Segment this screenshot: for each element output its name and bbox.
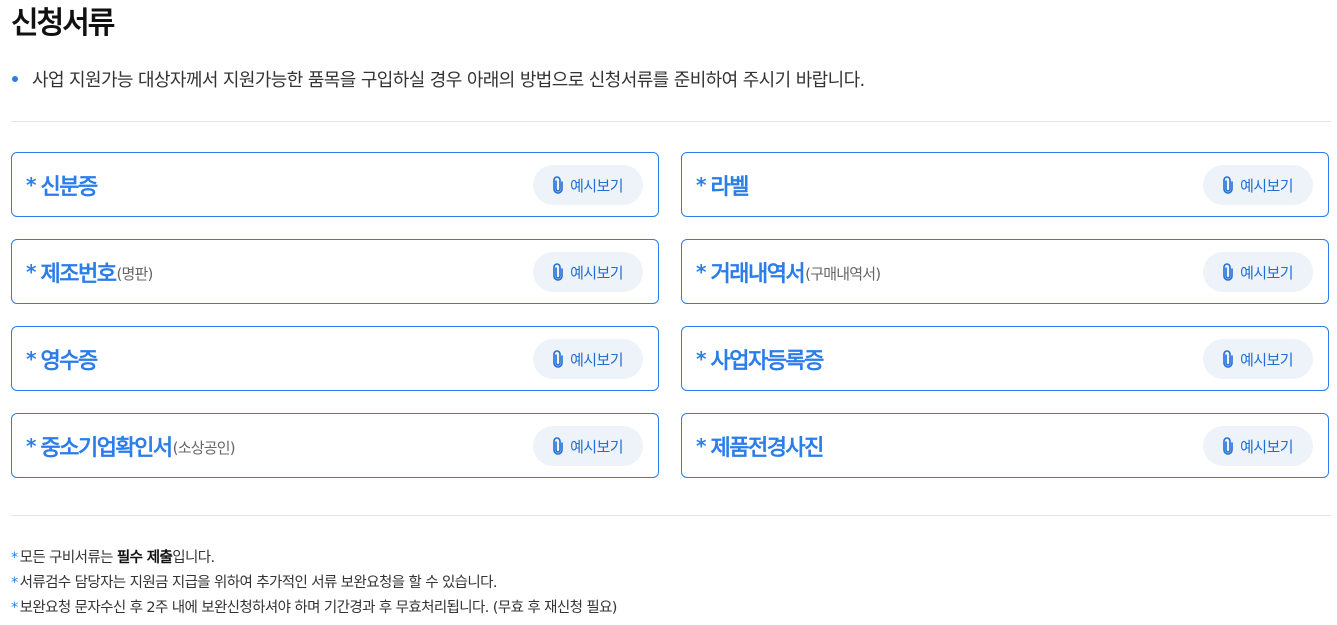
doc-label: * 제조번호 (명판) <box>26 240 153 303</box>
doc-card-id-card: * 신분증 예시보기 <box>11 152 659 217</box>
view-sample-label: 예시보기 <box>1240 263 1293 282</box>
view-sample-label: 예시보기 <box>570 176 623 195</box>
note-text: 모든 구비서류는 <box>19 550 117 566</box>
required-marker: * <box>26 346 37 371</box>
doc-label: * 중소기업확인서 (소상공인) <box>26 414 236 477</box>
note-text: 서류검수 담당자는 지원금 지급을 위하여 추가적인 서류 보완요청을 할 수 … <box>19 575 498 591</box>
bottom-divider <box>11 515 1331 516</box>
doc-name: 중소기업확인서 <box>40 435 173 461</box>
required-marker: * <box>696 259 707 284</box>
doc-card-transaction-statement: * 거래내역서 (구매내역서) 예시보기 <box>681 239 1329 304</box>
paperclip-icon <box>1223 437 1233 455</box>
page-title: 신청서류 <box>11 6 115 41</box>
doc-note: (소상공인) <box>172 438 236 457</box>
view-sample-button[interactable]: 예시보기 <box>1203 339 1313 379</box>
doc-label: * 사업자등록증 <box>696 327 824 390</box>
view-sample-button[interactable]: 예시보기 <box>1203 252 1313 292</box>
paperclip-icon <box>1223 176 1233 194</box>
required-marker: * <box>11 575 18 591</box>
doc-note: (명판) <box>116 264 153 283</box>
paperclip-icon <box>553 350 563 368</box>
doc-label: * 신분증 <box>26 153 98 216</box>
paperclip-icon <box>553 437 563 455</box>
view-sample-label: 예시보기 <box>1240 437 1293 456</box>
top-divider <box>11 121 1331 122</box>
note-emphasis: 필수 제출 <box>116 550 173 566</box>
paperclip-icon <box>553 176 563 194</box>
doc-name: 제조번호 <box>40 261 116 287</box>
view-sample-label: 예시보기 <box>570 350 623 369</box>
intro-text: 사업 지원가능 대상자께서 지원가능한 품목을 구입하실 경우 아래의 방법으로… <box>11 66 865 92</box>
required-marker: * <box>11 600 18 616</box>
doc-name: 영수증 <box>40 348 98 374</box>
doc-name: 거래내역서 <box>710 261 805 287</box>
paperclip-icon <box>553 263 563 281</box>
doc-card-receipt: * 영수증 예시보기 <box>11 326 659 391</box>
doc-name: 사업자등록증 <box>710 348 824 374</box>
view-sample-label: 예시보기 <box>1240 176 1293 195</box>
view-sample-button[interactable]: 예시보기 <box>533 252 643 292</box>
paperclip-icon <box>1223 350 1233 368</box>
doc-name: 신분증 <box>40 174 98 200</box>
intro-label: 사업 지원가능 대상자께서 지원가능한 품목을 구입하실 경우 아래의 방법으로… <box>32 70 865 91</box>
note-item: * 보완요청 문자수신 후 2주 내에 보완신청하셔야 하며 기간경과 후 무효처… <box>11 596 617 621</box>
doc-card-product-photo: * 제품전경사진 예시보기 <box>681 413 1329 478</box>
doc-label: * 영수증 <box>26 327 98 390</box>
view-sample-label: 예시보기 <box>570 437 623 456</box>
doc-card-sme-certificate: * 중소기업확인서 (소상공인) 예시보기 <box>11 413 659 478</box>
doc-name: 제품전경사진 <box>710 435 824 461</box>
view-sample-button[interactable]: 예시보기 <box>1203 426 1313 466</box>
doc-label: * 거래내역서 (구매내역서) <box>696 240 881 303</box>
required-marker: * <box>26 172 37 197</box>
bullet-icon <box>12 76 18 82</box>
view-sample-button[interactable]: 예시보기 <box>533 426 643 466</box>
view-sample-button[interactable]: 예시보기 <box>533 165 643 205</box>
view-sample-button[interactable]: 예시보기 <box>1203 165 1313 205</box>
view-sample-label: 예시보기 <box>570 263 623 282</box>
doc-label: * 라벨 <box>696 153 749 216</box>
required-marker: * <box>696 346 707 371</box>
note-item: * 서류검수 담당자는 지원금 지급을 위하여 추가적인 서류 보완요청을 할 수… <box>11 571 617 596</box>
doc-card-label: * 라벨 예시보기 <box>681 152 1329 217</box>
doc-label: * 제품전경사진 <box>696 414 824 477</box>
note-item: * 모든 구비서류는 필수 제출입니다. <box>11 546 617 571</box>
doc-note: (구매내역서) <box>805 264 881 283</box>
doc-name: 라벨 <box>710 174 749 200</box>
doc-card-serial-number: * 제조번호 (명판) 예시보기 <box>11 239 659 304</box>
required-marker: * <box>696 433 707 458</box>
view-sample-label: 예시보기 <box>1240 350 1293 369</box>
required-marker: * <box>26 259 37 284</box>
doc-card-business-registration: * 사업자등록증 예시보기 <box>681 326 1329 391</box>
notes-list: * 모든 구비서류는 필수 제출입니다. * 서류검수 담당자는 지원금 지급을 위… <box>11 546 617 621</box>
note-text: 보완요청 문자수신 후 2주 내에 보완신청하셔야 하며 기간경과 후 무효처리… <box>19 600 618 616</box>
required-marker: * <box>26 433 37 458</box>
view-sample-button[interactable]: 예시보기 <box>533 339 643 379</box>
required-marker: * <box>696 172 707 197</box>
note-text: 입니다. <box>172 550 215 566</box>
paperclip-icon <box>1223 263 1233 281</box>
required-marker: * <box>11 550 18 566</box>
